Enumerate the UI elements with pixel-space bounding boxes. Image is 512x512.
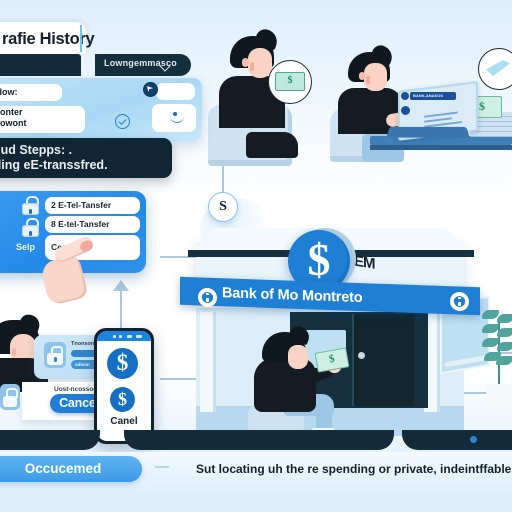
laptop-keyboard (386, 126, 470, 138)
person-head-at-laptop (346, 52, 394, 102)
list-item[interactable]: 8 E-tel-Tansfer (45, 216, 140, 233)
status-pill-label: Occucemed (24, 461, 102, 476)
text-cursor (80, 25, 82, 52)
phone-cancel-label[interactable]: Canel (104, 415, 144, 428)
illustration-canvas: $ BANK-ANASOS $ rafie History Lowngemmas… (0, 0, 512, 512)
dollar-sign-icon: $ (287, 75, 293, 86)
status-pill[interactable]: Occucemed (0, 456, 142, 482)
dollar-circle-icon[interactable]: $ (110, 387, 135, 412)
laptop-screen-titlebar: BANK-ANASOS (410, 92, 456, 100)
cash-note-icon: $ (275, 72, 305, 91)
recipient-field-line1: monter (0, 107, 23, 117)
setup-label: Selp (16, 242, 36, 252)
footer-navy-right (402, 430, 512, 450)
lock-icon (22, 196, 39, 215)
send-icon[interactable] (143, 82, 158, 97)
check-circle-icon (115, 114, 130, 129)
list-item-label: 8 E-tel-Tansfer (51, 219, 110, 229)
amount-field-label: olow: (0, 87, 18, 97)
status-badge: S (208, 192, 238, 222)
banner-description: Sut locating uh the re spending or priva… (196, 462, 512, 476)
pointing-hand-icon (39, 234, 98, 307)
steps-callout-line1: anud Stepps: . (0, 143, 73, 157)
dollar-sign-icon: $ (116, 350, 129, 375)
list-item-label: 2 E-Tel-Tansfer (51, 200, 112, 210)
page-title: rafie History (2, 30, 95, 48)
secondary-field[interactable] (156, 83, 195, 100)
person-legs (246, 132, 298, 158)
dollar-circle-icon[interactable]: $ (107, 348, 138, 379)
atm-door (352, 314, 414, 406)
security-panel-title: Tnonson (71, 341, 95, 347)
phone-statusbar (97, 331, 151, 341)
connector-line (160, 378, 198, 380)
door-knob-icon (358, 352, 365, 359)
list-item[interactable]: 2 E-Tel-Tansfer (45, 197, 140, 214)
laptop-screen-title: BANK-ANASOS (413, 93, 443, 98)
bank-pillar (200, 312, 216, 412)
status-badge-label: S (219, 199, 227, 214)
lock-icon (44, 342, 66, 368)
account-icon (401, 92, 409, 100)
footer-indicator-dot (470, 436, 477, 443)
arrow-right-icon (155, 466, 169, 468)
lock-icon (0, 384, 20, 410)
footer-navy-left (0, 430, 100, 450)
navbar-left (0, 54, 81, 76)
dollar-sign-icon: $ (328, 352, 336, 366)
connector-arrow-up (113, 280, 129, 291)
bank-logo-icon (198, 287, 217, 308)
desk-edge (370, 145, 512, 150)
lock-icon (22, 218, 39, 237)
recipient-field-line2: mowont (0, 118, 27, 128)
security-panel-action-label: odison (75, 361, 90, 367)
steps-callout-line2: nding eE-transsfred. (0, 158, 108, 172)
profile-icon (401, 106, 410, 115)
bank-logo-icon (450, 291, 469, 312)
dollar-sign-icon: $ (118, 389, 127, 409)
potted-plant-icon (480, 300, 512, 410)
footer-navy-center (124, 430, 394, 450)
